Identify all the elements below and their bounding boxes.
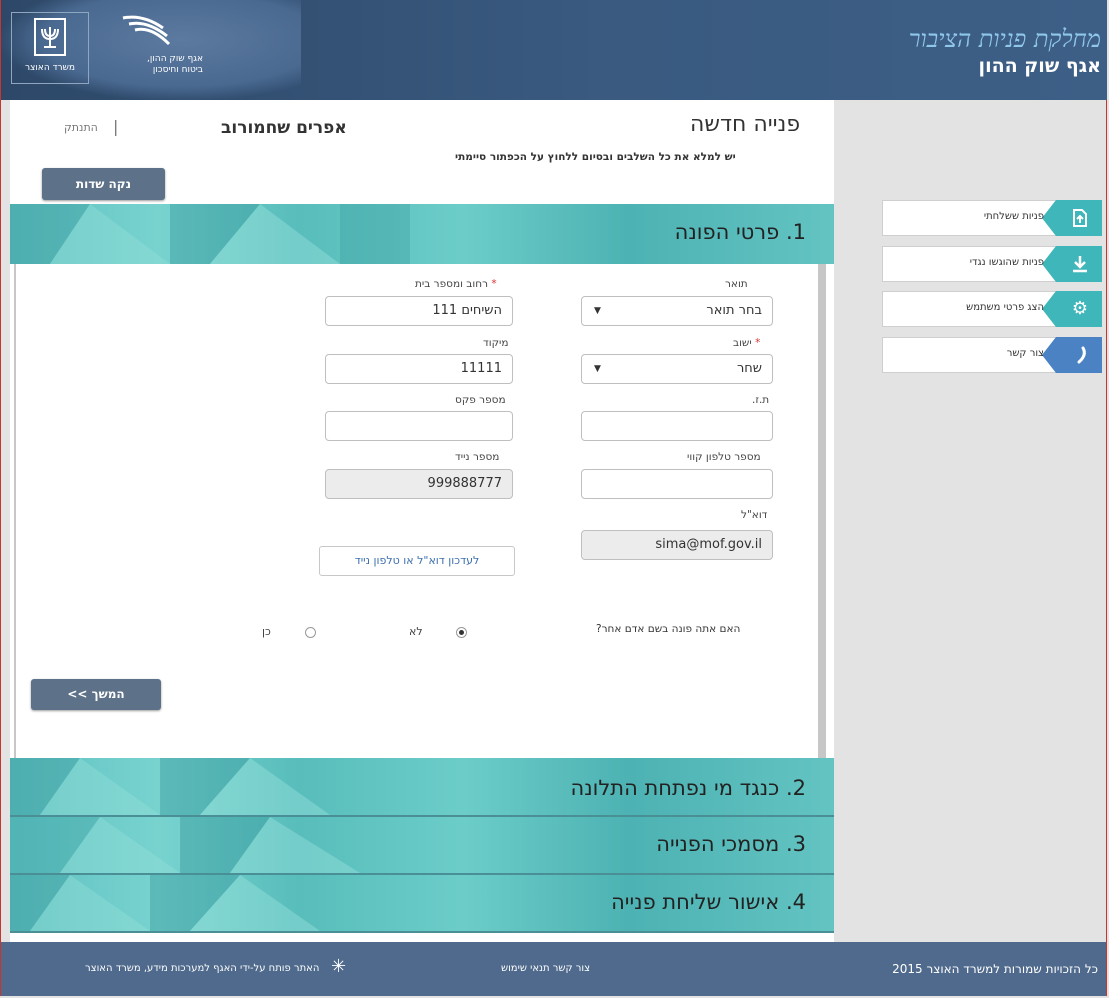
required-mark: *	[491, 278, 497, 290]
section-documents[interactable]: 3. מסמכי הפנייה	[10, 817, 834, 875]
sidemenu-item-sent[interactable]: פניות ששלחתי	[882, 200, 1102, 236]
title-select[interactable]: בחר תואר ▼	[581, 296, 773, 326]
department-subtitle: אגף שוק ההון	[978, 55, 1101, 77]
city-select-value: שחר	[736, 361, 762, 376]
section-facets-decoration	[10, 758, 330, 815]
id-input[interactable]	[581, 411, 773, 441]
section-1-label: 1. פרטי הפונה	[674, 220, 806, 244]
clear-fields-button[interactable]: נקה שדות	[42, 168, 165, 200]
email-input: sima@mof.gov.il	[581, 530, 773, 560]
section-3-label: 3. מסמכי הפנייה	[656, 832, 806, 856]
city-select[interactable]: שחר ▼	[581, 354, 773, 384]
other-person-question: האם אתה פונה בשם אדם אחר?	[596, 623, 741, 635]
logo-mof-text: משרד האוצר	[24, 63, 76, 73]
footer-built-by: האתר פותח על-ידי האגף למערכות מידע, משרד…	[85, 963, 320, 974]
street-input[interactable]: השיחים 111	[325, 296, 513, 326]
title-label: תואר	[725, 278, 748, 290]
section-facets-decoration	[10, 204, 410, 264]
upload-doc-icon	[1070, 208, 1090, 228]
city-label-text: ישוב	[733, 337, 752, 349]
menorah-emblem-icon	[34, 18, 66, 56]
section-complaint-against[interactable]: 2. כנגד מי נפתחת התלונה	[10, 758, 834, 817]
footer-copyright: כל הזכויות שמורות למשרד האוצר 2015	[892, 962, 1098, 976]
section-facets-decoration	[10, 817, 360, 873]
dropdown-arrow-icon: ▼	[594, 364, 601, 374]
city-label: * ישוב	[733, 337, 760, 349]
section-4-label: 4. אישור שליחת פנייה	[611, 890, 806, 914]
sidemenu-item-user-details[interactable]: ⚙ הצג פרטי משתמש	[882, 291, 1102, 327]
street-label-text: רחוב ומספר בית	[415, 278, 489, 290]
email-label: דוא"ל	[741, 509, 768, 521]
download-icon	[1070, 254, 1090, 274]
radio-no[interactable]	[456, 627, 467, 638]
user-name: אפרים שחמורוב	[221, 118, 347, 138]
phone-input[interactable]	[581, 469, 773, 499]
gear-icon: ⚙	[1071, 298, 1089, 319]
ministry-of-finance-logo[interactable]: משרד האוצר	[11, 12, 89, 84]
radio-yes-label: כן	[262, 625, 271, 638]
continue-button[interactable]: המשך >>	[31, 679, 161, 710]
fax-input[interactable]	[325, 411, 513, 441]
section-facets-decoration	[10, 875, 320, 931]
section-2-label: 2. כנגד מי נפתחת התלונה	[570, 776, 807, 800]
fax-label: מספר פקס	[455, 394, 506, 406]
radio-no-label: לא	[409, 625, 423, 638]
spark-logo-icon: ✳	[331, 956, 347, 977]
logout-link[interactable]: התנתק	[64, 121, 98, 134]
footer-links[interactable]: צור קשר תנאי שימוש	[501, 963, 590, 974]
sidemenu-item-contact[interactable]: צור קשר	[882, 337, 1102, 373]
phone-label: מספר טלפון קווי	[687, 451, 761, 463]
title-select-value: בחר תואר	[706, 303, 762, 318]
radio-yes[interactable]	[305, 627, 316, 638]
sidemenu-label: פניות ששלחתי	[983, 211, 1044, 222]
page-title: פנייה חדשה	[690, 112, 801, 137]
capital-market-logo[interactable]: אגף שוק ההון, ביטוח וחיסכון	[113, 12, 203, 84]
sidemenu-item-against-me[interactable]: פניות שהוגשו נגדי	[882, 246, 1102, 282]
zip-input[interactable]: 11111	[325, 354, 513, 384]
phone-icon	[1070, 345, 1090, 365]
logo-cm-text: אגף שוק ההון, ביטוח וחיסכון	[147, 54, 203, 75]
site-footer: כל הזכויות שמורות למשרד האוצר 2015 צור ק…	[1, 942, 1106, 996]
sidemenu-label: פניות שהוגשו נגדי	[969, 257, 1044, 268]
sidemenu-label: הצג פרטי משתמש	[966, 302, 1044, 313]
sidemenu-label: צור קשר	[1006, 348, 1044, 359]
swoosh-logo-icon	[122, 15, 171, 46]
update-contact-button[interactable]: לעדכון דוא"ל או טלפון נייד	[319, 546, 515, 576]
street-label: * רחוב ומספר בית	[415, 278, 497, 290]
section-applicant-details[interactable]: 1. פרטי הפונה	[10, 204, 834, 264]
dropdown-arrow-icon: ▼	[594, 306, 601, 316]
required-mark: *	[755, 337, 761, 349]
mobile-label: מספר נייד	[455, 451, 500, 463]
site-header: משרד האוצר אגף שוק ההון, ביטוח וחיסכון מ…	[1, 0, 1107, 100]
id-label: ת.ז.	[752, 394, 770, 406]
mobile-input: 999888777	[325, 469, 513, 499]
department-title: מחלקת פניות הציבור	[908, 25, 1101, 53]
logout-separator: |	[113, 117, 119, 136]
page-hint: יש למלא את כל השלבים ובסיום ללחוץ על הכפ…	[455, 151, 736, 163]
section-submit-confirmation[interactable]: 4. אישור שליחת פנייה	[10, 875, 834, 933]
zip-label: מיקוד	[483, 337, 509, 349]
